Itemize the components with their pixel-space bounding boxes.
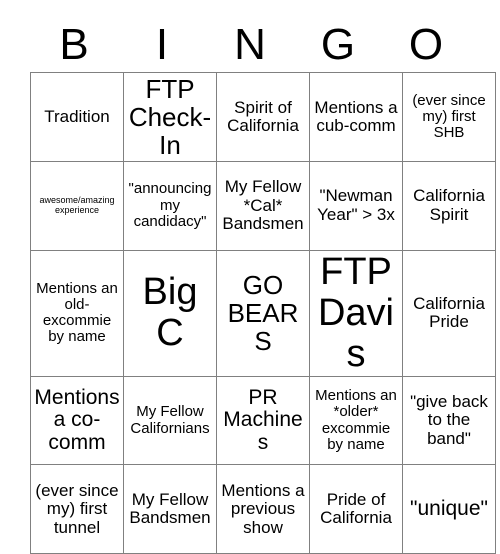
bingo-cell[interactable]: FTP Davis	[309, 249, 403, 377]
bingo-cell[interactable]: "announcing my candidacy"	[123, 160, 217, 251]
bingo-cell[interactable]: "give back to the band"	[402, 375, 496, 466]
bingo-cell[interactable]: Mentions a co-comm	[30, 375, 124, 466]
bingo-row: (ever since my) first tunnel My Fellow B…	[30, 464, 496, 554]
bingo-header-letter-b: B	[59, 20, 89, 69]
bingo-cell[interactable]: Mentions an old-excommie by name	[30, 249, 124, 377]
bingo-header-letter-n: N	[234, 20, 266, 69]
bingo-cell[interactable]: (ever since my) first SHB	[402, 72, 496, 162]
bingo-row: Mentions an old-excommie by name Big C G…	[30, 249, 496, 377]
bingo-cell[interactable]: "Newman Year" > 3x	[309, 160, 403, 251]
bingo-cell[interactable]: awesome/amazing experience	[30, 160, 124, 251]
bingo-cell[interactable]: Pride of California	[309, 464, 403, 554]
bingo-cell[interactable]: My Fellow Californians	[123, 375, 217, 466]
bingo-cell[interactable]: My Fellow Bandsmen	[123, 464, 217, 554]
bingo-cell[interactable]: Mentions a previous show	[216, 464, 310, 554]
bingo-row: Mentions a co-comm My Fellow Californian…	[30, 375, 496, 466]
bingo-cell[interactable]: Spirit of California	[216, 72, 310, 162]
bingo-cell[interactable]: My Fellow *Cal* Bandsmen	[216, 160, 310, 251]
bingo-grid: Tradition FTP Check-In Spirit of Califor…	[30, 72, 496, 554]
bingo-cell[interactable]: FTP Check-In	[123, 72, 217, 162]
bingo-header: B I N G O	[30, 18, 470, 72]
bingo-cell[interactable]: California Spirit	[402, 160, 496, 251]
bingo-cell[interactable]: Tradition	[30, 72, 124, 162]
bingo-row: awesome/amazing experience "announcing m…	[30, 160, 496, 251]
bingo-cell[interactable]: California Pride	[402, 249, 496, 377]
bingo-card: B I N G O Tradition FTP Check-In Spirit …	[0, 0, 500, 554]
bingo-cell[interactable]: Mentions a cub-comm	[309, 72, 403, 162]
bingo-row: Tradition FTP Check-In Spirit of Califor…	[30, 72, 496, 162]
bingo-cell[interactable]: Big C	[123, 249, 217, 377]
bingo-header-letter-o: O	[408, 20, 444, 69]
bingo-cell[interactable]: PR Machines	[216, 375, 310, 466]
bingo-header-letter-i: I	[155, 20, 169, 69]
bingo-cell[interactable]: Mentions an *older* excommie by name	[309, 375, 403, 466]
bingo-cell[interactable]: "unique"	[402, 464, 496, 554]
bingo-header-letter-g: G	[320, 20, 356, 69]
bingo-grid-body: Tradition FTP Check-In Spirit of Califor…	[30, 72, 496, 554]
bingo-cell[interactable]: GO BEARS	[216, 249, 310, 377]
bingo-cell[interactable]: (ever since my) first tunnel	[30, 464, 124, 554]
